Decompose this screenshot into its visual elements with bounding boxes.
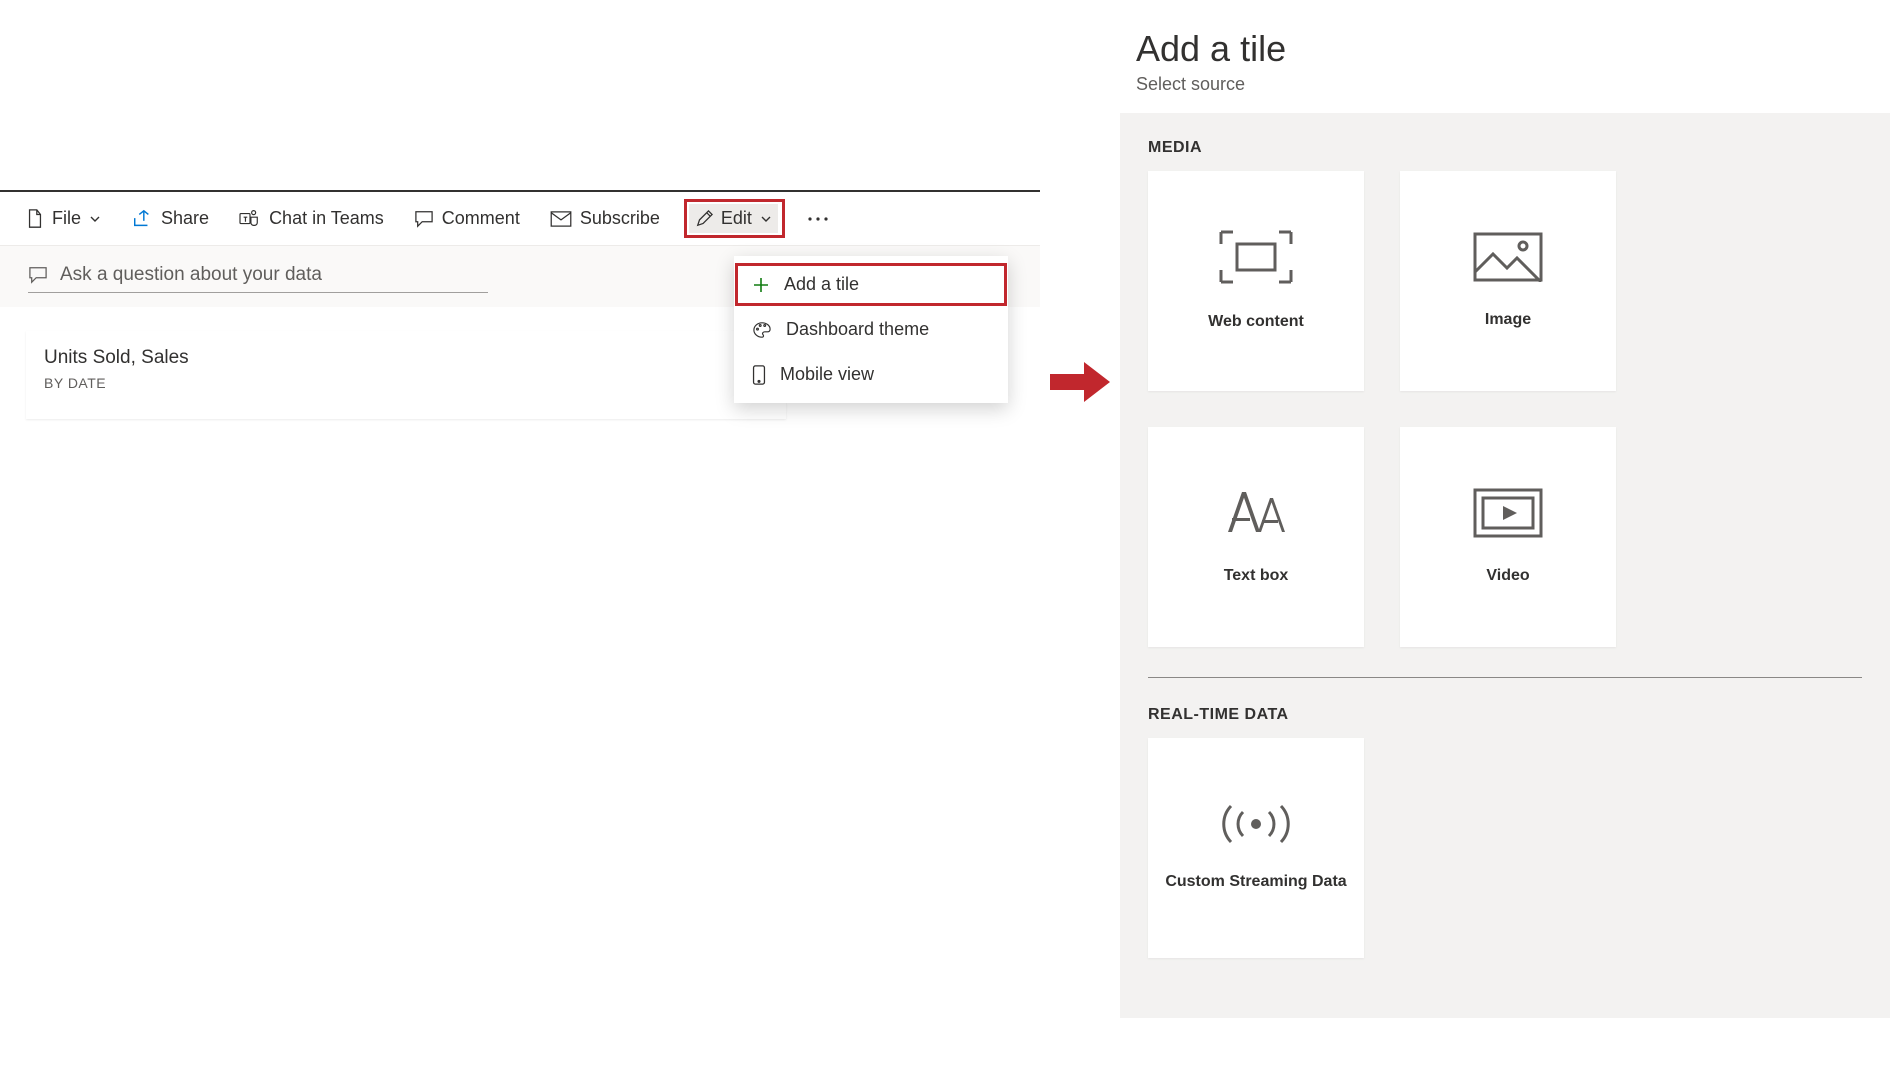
- subscribe-label: Subscribe: [580, 208, 660, 229]
- streaming-icon: [1213, 804, 1299, 844]
- tile-option-label: Video: [1486, 566, 1529, 587]
- chevron-down-icon: [89, 213, 101, 225]
- pencil-icon: [695, 210, 713, 228]
- subscribe-button[interactable]: Subscribe: [544, 204, 666, 233]
- teams-icon: [239, 209, 261, 229]
- text-box-icon: [1220, 488, 1292, 538]
- chat-label: Chat in Teams: [269, 208, 384, 229]
- qna-placeholder: Ask a question about your data: [60, 264, 322, 286]
- tile-subtitle: BY DATE: [44, 375, 768, 391]
- share-button[interactable]: Share: [125, 204, 215, 233]
- menu-item-dashboard-theme[interactable]: Dashboard theme: [734, 307, 1008, 352]
- tile-option-text-box[interactable]: Text box: [1148, 427, 1364, 647]
- tile-option-image[interactable]: Image: [1400, 171, 1616, 391]
- comment-button[interactable]: Comment: [408, 204, 526, 233]
- tile-option-label: Web content: [1208, 312, 1304, 333]
- tile-option-label: Image: [1485, 310, 1531, 331]
- add-tile-label: Add a tile: [784, 274, 859, 295]
- comment-icon: [414, 210, 434, 228]
- tile-option-video[interactable]: Video: [1400, 427, 1616, 647]
- edit-dropdown: Add a tile Dashboard theme Mobile view: [734, 256, 1008, 403]
- web-content-icon: [1219, 230, 1293, 284]
- annotation-arrow-icon: [1050, 360, 1110, 404]
- more-options-button[interactable]: [803, 211, 835, 227]
- edit-highlight: Edit: [684, 199, 785, 238]
- tile-title: Units Sold, Sales: [44, 347, 768, 369]
- section-media-label: MEDIA: [1148, 139, 1862, 157]
- plus-icon: [752, 276, 770, 294]
- mail-icon: [550, 211, 572, 227]
- tile-option-label: Text box: [1224, 566, 1289, 587]
- tile-option-label: Custom Streaming Data: [1165, 872, 1346, 893]
- comment-icon: [28, 266, 48, 284]
- mobile-view-label: Mobile view: [780, 364, 874, 385]
- dashboard-theme-label: Dashboard theme: [786, 319, 929, 340]
- share-icon: [131, 209, 153, 229]
- file-icon: [26, 209, 44, 229]
- tile-option-streaming-data[interactable]: Custom Streaming Data: [1148, 738, 1364, 958]
- menu-item-add-tile[interactable]: Add a tile: [734, 262, 1008, 307]
- qna-input[interactable]: Ask a question about your data: [28, 264, 488, 293]
- ellipsis-icon: [807, 215, 829, 223]
- media-tile-grid: Web content Image Text box Video: [1148, 171, 1862, 647]
- file-menu[interactable]: File: [20, 204, 107, 233]
- chevron-down-icon: [760, 213, 772, 225]
- panel-subtitle: Select source: [1136, 74, 1874, 95]
- add-tile-panel: Add a tile Select source MEDIA Web conte…: [1120, 20, 1890, 1018]
- palette-icon: [752, 321, 772, 339]
- divider: [1148, 677, 1862, 678]
- dashboard-toolbar: File Share Chat in Teams Comment Subscri…: [0, 192, 1040, 246]
- share-label: Share: [161, 208, 209, 229]
- panel-title: Add a tile: [1136, 28, 1874, 70]
- panel-body: MEDIA Web content Image Text box Video R…: [1120, 113, 1890, 1018]
- chat-in-teams-button[interactable]: Chat in Teams: [233, 204, 390, 233]
- edit-label: Edit: [721, 208, 752, 229]
- panel-header: Add a tile Select source: [1120, 20, 1890, 113]
- section-realtime-label: REAL-TIME DATA: [1148, 706, 1862, 724]
- video-icon: [1473, 488, 1543, 538]
- dashboard-tile[interactable]: Units Sold, Sales BY DATE: [26, 331, 786, 419]
- image-icon: [1473, 232, 1543, 282]
- edit-menu[interactable]: Edit: [689, 204, 778, 233]
- realtime-tile-grid: Custom Streaming Data: [1148, 738, 1862, 958]
- mobile-icon: [752, 365, 766, 385]
- comment-label: Comment: [442, 208, 520, 229]
- menu-item-mobile-view[interactable]: Mobile view: [734, 352, 1008, 397]
- tile-option-web-content[interactable]: Web content: [1148, 171, 1364, 391]
- file-label: File: [52, 208, 81, 229]
